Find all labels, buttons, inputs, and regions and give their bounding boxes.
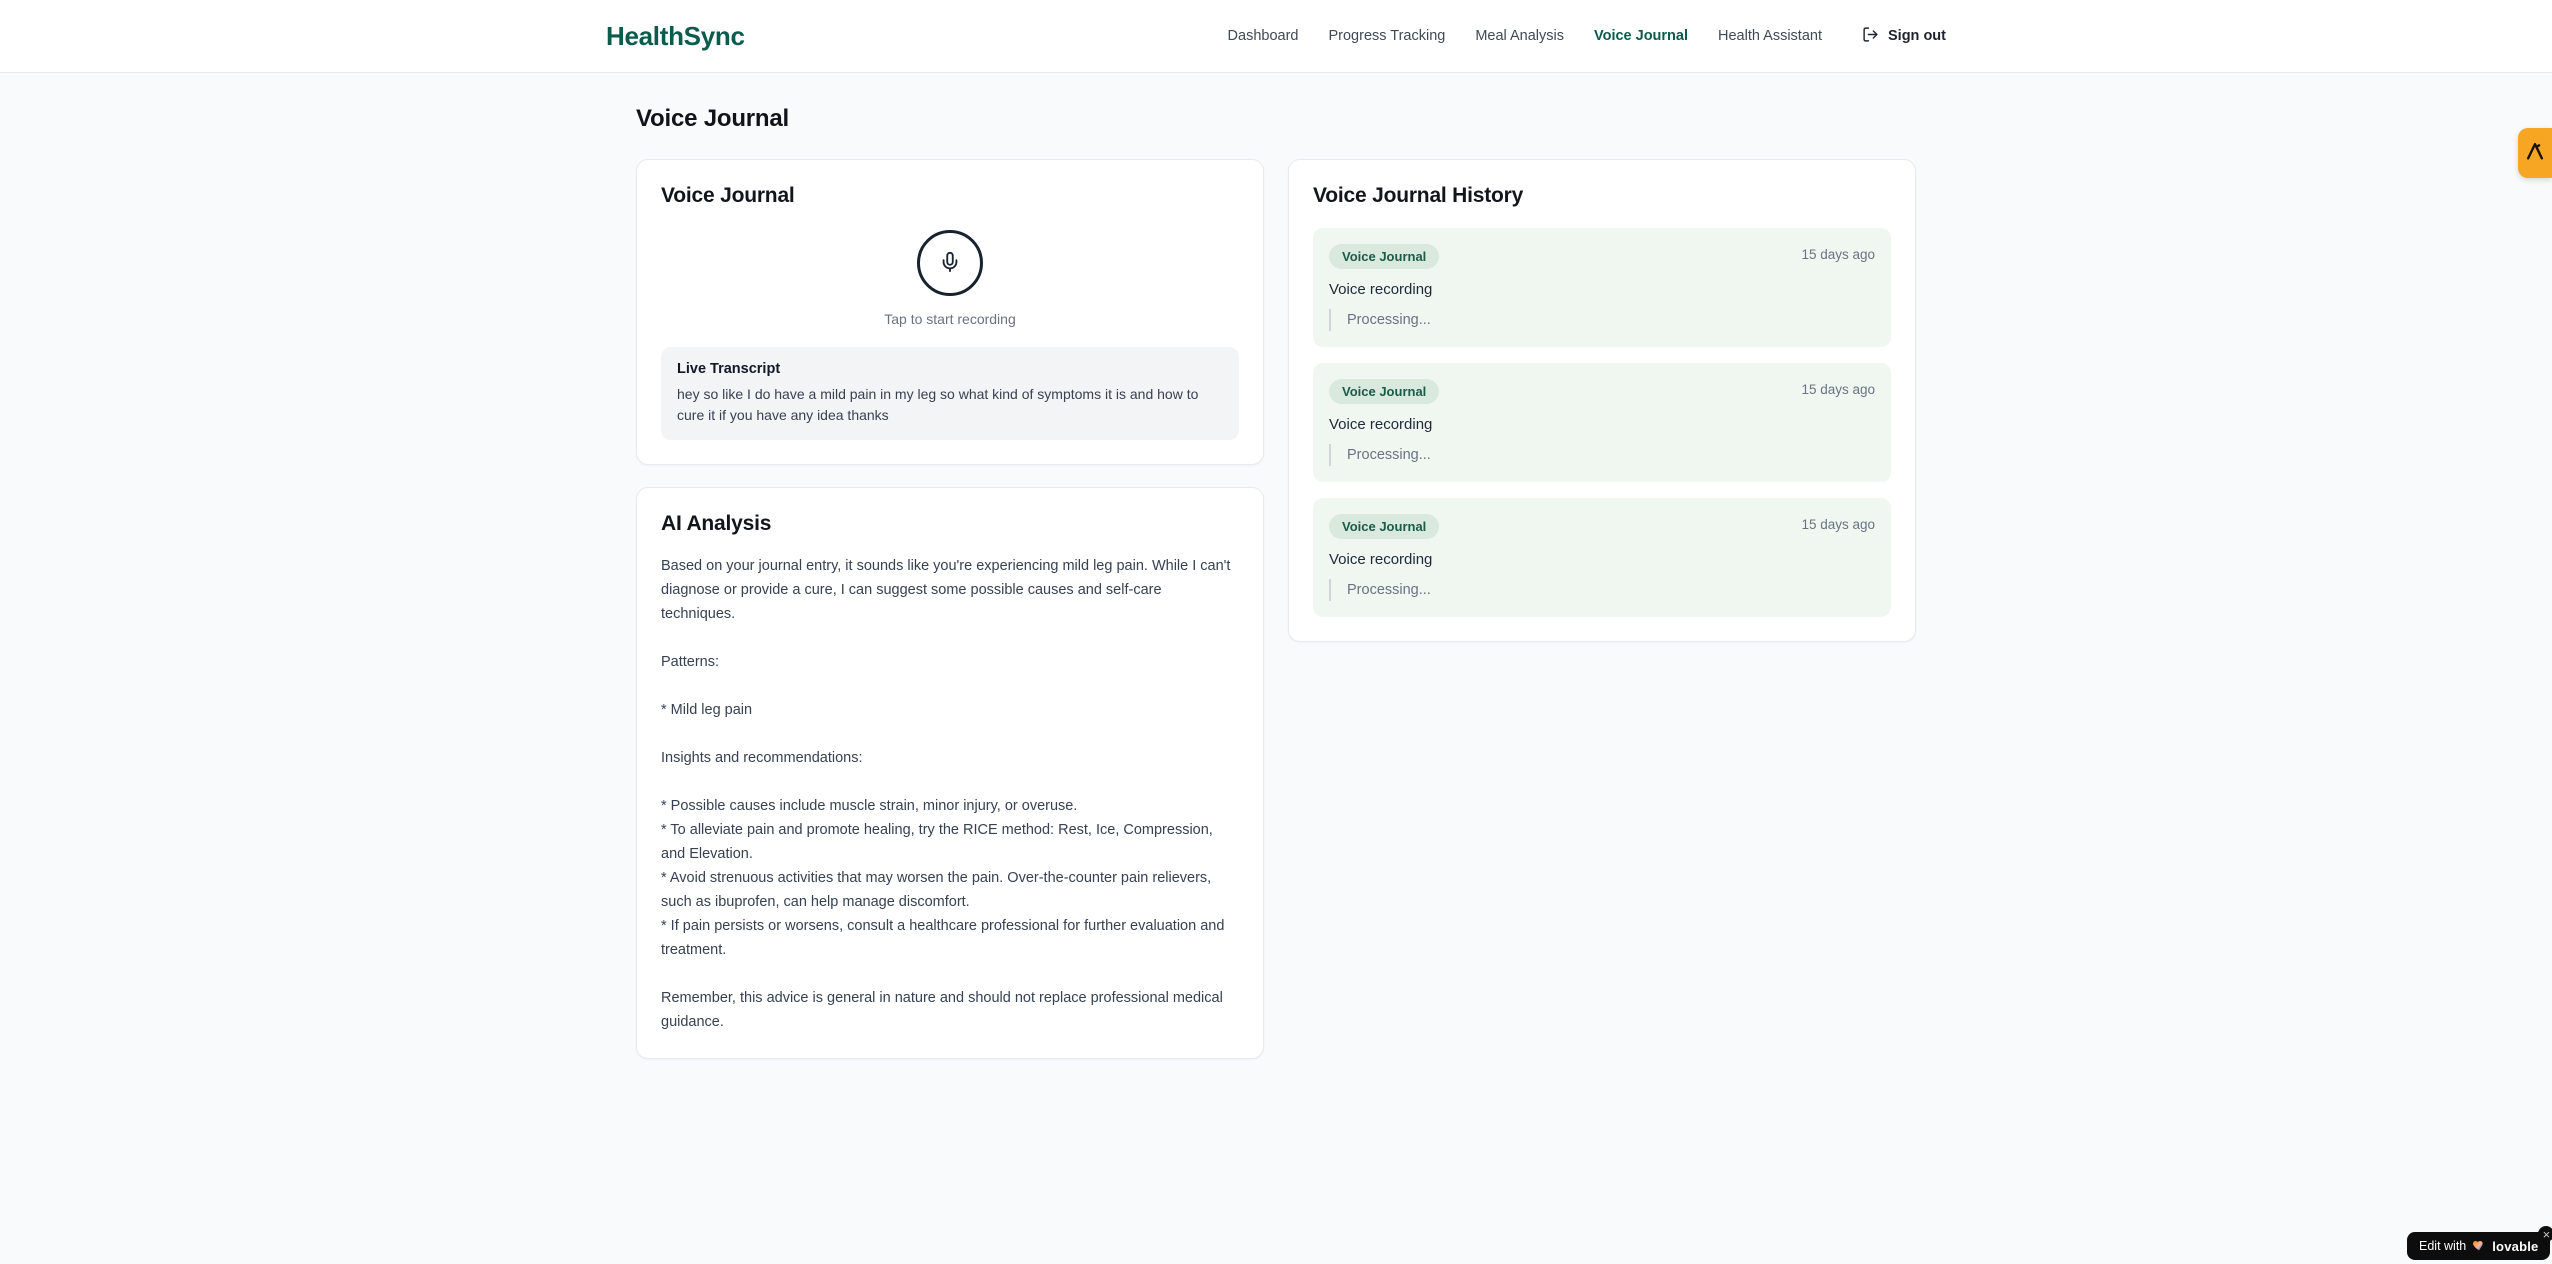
nav-item-dashboard[interactable]: Dashboard xyxy=(1228,28,1299,44)
ai-analysis-title: AI Analysis xyxy=(661,512,772,535)
tap-to-record-hint: Tap to start recording xyxy=(884,311,1016,327)
app-header: HealthSync Dashboard Progress Tracking M… xyxy=(0,0,2552,73)
history-item-badge: Voice Journal xyxy=(1329,514,1440,539)
history-item[interactable]: Voice Journal 15 days ago Voice recordin… xyxy=(1313,228,1891,347)
record-button[interactable] xyxy=(917,230,983,296)
nav-item-health-assistant[interactable]: Health Assistant xyxy=(1718,28,1822,44)
history-item-time: 15 days ago xyxy=(1801,517,1875,532)
ai-analysis-body: Based on your journal entry, it sounds l… xyxy=(661,558,1231,1030)
history-item[interactable]: Voice Journal 15 days ago Voice recordin… xyxy=(1313,363,1891,482)
recorder-card-title: Voice Journal xyxy=(661,184,795,207)
ai-analysis-card: AI Analysis Based on your journal entry,… xyxy=(636,487,1264,1059)
history-item[interactable]: Voice Journal 15 days ago Voice recordin… xyxy=(1313,498,1891,617)
nav-item-progress-tracking[interactable]: Progress Tracking xyxy=(1328,28,1445,44)
recorder-area: Tap to start recording xyxy=(661,230,1239,327)
lovable-launcher-badge[interactable] xyxy=(2518,128,2552,178)
main-content: Voice Journal Voice Journal Tap to start… xyxy=(636,73,1916,1059)
microphone-icon xyxy=(939,251,961,276)
history-list: Voice Journal 15 days ago Voice recordin… xyxy=(1313,228,1891,617)
right-column: Voice Journal History Voice Journal 15 d… xyxy=(1288,159,1916,642)
history-item-text: Voice recording xyxy=(1329,281,1433,298)
logout-icon xyxy=(1862,26,1879,47)
history-item-head: Voice Journal 15 days ago xyxy=(1329,514,1875,539)
page-title: Voice Journal xyxy=(636,105,790,132)
history-item-time: 15 days ago xyxy=(1801,247,1875,262)
header-inner: HealthSync Dashboard Progress Tracking M… xyxy=(606,0,1946,72)
history-item-text: Voice recording xyxy=(1329,551,1433,568)
nav-item-voice-journal[interactable]: Voice Journal xyxy=(1594,28,1688,44)
close-icon[interactable]: × xyxy=(2538,1226,2552,1242)
content-grid: Voice Journal Tap to start recording Liv… xyxy=(636,159,1916,1059)
history-item-badge: Voice Journal xyxy=(1329,379,1440,404)
live-transcript-box: Live Transcript hey so like I do have a … xyxy=(661,347,1239,440)
lovable-brand-label: lovable xyxy=(2492,1238,2539,1254)
history-item-text: Voice recording xyxy=(1329,416,1433,433)
history-item-head: Voice Journal 15 days ago xyxy=(1329,244,1875,269)
app-logo[interactable]: HealthSync xyxy=(606,21,745,52)
lovable-launcher-icon xyxy=(2524,140,2546,167)
edit-with-label: Edit with xyxy=(2419,1239,2467,1253)
live-transcript-text: hey so like I do have a mild pain in my … xyxy=(677,386,1199,423)
history-card-title: Voice Journal History xyxy=(1313,184,1524,207)
live-transcript-title: Live Transcript xyxy=(677,361,781,377)
history-item-badge: Voice Journal xyxy=(1329,244,1440,269)
history-item-head: Voice Journal 15 days ago xyxy=(1329,379,1875,404)
voice-recorder-card: Voice Journal Tap to start recording Liv… xyxy=(636,159,1264,465)
history-item-status: Processing... xyxy=(1329,309,1875,331)
left-column: Voice Journal Tap to start recording Liv… xyxy=(636,159,1264,1059)
sign-out-button[interactable]: Sign out xyxy=(1862,26,1946,47)
edit-with-lovable-badge[interactable]: Edit with lovable × xyxy=(2407,1226,2552,1260)
history-item-time: 15 days ago xyxy=(1801,382,1875,397)
history-item-status: Processing... xyxy=(1329,444,1875,466)
sign-out-label: Sign out xyxy=(1888,28,1946,44)
heart-icon xyxy=(2472,1238,2486,1254)
nav-item-meal-analysis[interactable]: Meal Analysis xyxy=(1475,28,1564,44)
voice-journal-history-card: Voice Journal History Voice Journal 15 d… xyxy=(1288,159,1916,642)
history-item-status: Processing... xyxy=(1329,579,1875,601)
main-nav: Dashboard Progress Tracking Meal Analysi… xyxy=(1228,26,1946,47)
